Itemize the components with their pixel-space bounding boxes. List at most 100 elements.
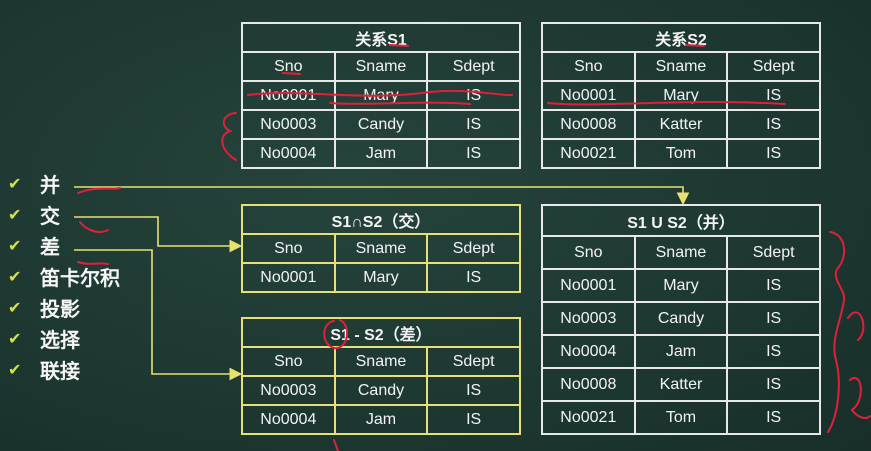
union-title: S1 U S2（并） xyxy=(541,204,821,237)
cell-sno: No0008 xyxy=(541,109,636,140)
cell-sname: Mary xyxy=(333,262,429,293)
column-header-sno: Sno xyxy=(541,235,636,270)
cell-sno: No0001 xyxy=(541,268,636,303)
difference-table: S1 - S2（差） Sno Sname Sdept No0003 Candy … xyxy=(241,317,521,435)
intersection-table: S1∩S2（交） Sno Sname Sdept No0001 Mary IS xyxy=(241,204,521,293)
operation-label: 并 xyxy=(40,173,60,197)
cell-sno: No0003 xyxy=(241,375,336,406)
cell-sno: No0021 xyxy=(541,138,636,169)
table-row: No0001 Mary IS xyxy=(541,268,821,303)
cell-sname: Candy xyxy=(333,375,429,406)
column-header-sdept: Sdept xyxy=(426,233,521,264)
tick-bottom xyxy=(333,439,339,451)
cell-sdept: IS xyxy=(726,301,821,336)
operation-difference: ✔ 差 xyxy=(8,230,120,261)
operation-selection: ✔ 选择 xyxy=(8,323,120,354)
cell-sno: No0001 xyxy=(241,262,336,293)
cell-sname: Jam xyxy=(633,334,729,369)
cell-sname: Katter xyxy=(633,109,729,140)
brace-s1 xyxy=(221,112,237,161)
table-row: No0008 Katter IS xyxy=(541,367,821,402)
cell-sdept: IS xyxy=(426,404,521,435)
operation-projection: ✔ 投影 xyxy=(8,292,120,323)
cell-sdept: IS xyxy=(426,262,521,293)
cell-sdept: IS xyxy=(426,375,521,406)
cell-sname: Candy xyxy=(333,109,429,140)
cell-sno: No0021 xyxy=(541,400,636,435)
column-header-sno: Sno xyxy=(241,51,336,82)
cell-sno: No0001 xyxy=(541,80,636,111)
cell-sdept: IS xyxy=(726,367,821,402)
cell-sdept: IS xyxy=(426,109,521,140)
column-header-sname: Sname xyxy=(333,346,429,377)
cell-sname: Jam xyxy=(333,138,429,169)
brace-union xyxy=(827,231,846,433)
union-arrow xyxy=(74,186,690,206)
relation-s2-title: 关系S2 xyxy=(541,22,821,53)
column-header-sno: Sno xyxy=(241,346,336,377)
operation-join: ✔ 联接 xyxy=(8,354,120,385)
cell-sdept: IS xyxy=(426,80,521,111)
check-icon: ✔ xyxy=(8,205,22,224)
cell-sname: Tom xyxy=(633,400,729,435)
operations-list: ✔ 并 ✔ 交 ✔ 差 ✔ 笛卡尔积 ✔ 投影 ✔ 选择 ✔ 联接 xyxy=(8,168,120,385)
table-row: No0003 Candy IS xyxy=(241,109,521,140)
table-row: No0008 Katter IS xyxy=(541,109,821,140)
operation-label: 联接 xyxy=(40,359,80,383)
relation-s2-table: 关系S2 Sno Sname Sdept No0001 Mary IS No00… xyxy=(541,22,821,169)
union-table: S1 U S2（并） Sno Sname Sdept No0001 Mary I… xyxy=(541,204,821,435)
table-row: No0001 Mary IS xyxy=(241,80,521,111)
cell-sname: Mary xyxy=(633,268,729,303)
cell-sno: No0004 xyxy=(241,138,336,169)
column-header-sdept: Sdept xyxy=(426,346,521,377)
column-header-sname: Sname xyxy=(633,51,729,82)
cell-sname: Jam xyxy=(333,404,429,435)
cell-sname: Mary xyxy=(633,80,729,111)
table-row: No0001 Mary IS xyxy=(241,262,521,293)
table-row: No0004 Jam IS xyxy=(241,138,521,169)
check-icon: ✔ xyxy=(8,174,22,193)
column-header-sno: Sno xyxy=(541,51,636,82)
cell-sdept: IS xyxy=(726,400,821,435)
operation-label: 笛卡尔积 xyxy=(40,266,120,290)
column-header-sname: Sname xyxy=(633,235,729,270)
relation-s1-table: 关系S1 Sno Sname Sdept No0001 Mary IS No00… xyxy=(241,22,521,169)
cell-sno: No0003 xyxy=(541,301,636,336)
table-row: No0004 Jam IS xyxy=(241,404,521,435)
operation-union: ✔ 并 xyxy=(8,168,120,199)
cell-sno: No0001 xyxy=(241,80,336,111)
column-header-sdept: Sdept xyxy=(426,51,521,82)
column-header-sname: Sname xyxy=(333,233,429,264)
column-header-sdept: Sdept xyxy=(726,235,821,270)
table-row: No0003 Candy IS xyxy=(541,301,821,336)
table-row: No0004 Jam IS xyxy=(541,334,821,369)
cell-sname: Mary xyxy=(333,80,429,111)
cell-sno: No0008 xyxy=(541,367,636,402)
operation-cartesian-product: ✔ 笛卡尔积 xyxy=(8,261,120,292)
cell-sname: Tom xyxy=(633,138,729,169)
check-icon: ✔ xyxy=(8,329,22,348)
cell-sdept: IS xyxy=(726,109,821,140)
check-icon: ✔ xyxy=(8,298,22,317)
cell-sno: No0004 xyxy=(241,404,336,435)
operation-label: 差 xyxy=(40,235,60,259)
relation-s1-title: 关系S1 xyxy=(241,22,521,53)
table-row: No0021 Tom IS xyxy=(541,400,821,435)
cell-sname: Katter xyxy=(633,367,729,402)
table-row: No0003 Candy IS xyxy=(241,375,521,406)
cell-sdept: IS xyxy=(726,138,821,169)
cell-sdept: IS xyxy=(426,138,521,169)
check-icon: ✔ xyxy=(8,360,22,379)
check-icon: ✔ xyxy=(8,236,22,255)
cell-sdept: IS xyxy=(726,80,821,111)
column-header-sno: Sno xyxy=(241,233,336,264)
cell-sdept: IS xyxy=(726,334,821,369)
operation-label: 交 xyxy=(40,204,60,228)
intersection-title: S1∩S2（交） xyxy=(241,204,521,235)
column-header-sdept: Sdept xyxy=(726,51,821,82)
scribble-right-2 xyxy=(849,377,871,419)
operation-intersection: ✔ 交 xyxy=(8,199,120,230)
difference-title: S1 - S2（差） xyxy=(241,317,521,348)
table-row: No0021 Tom IS xyxy=(541,138,821,169)
cell-sno: No0004 xyxy=(541,334,636,369)
